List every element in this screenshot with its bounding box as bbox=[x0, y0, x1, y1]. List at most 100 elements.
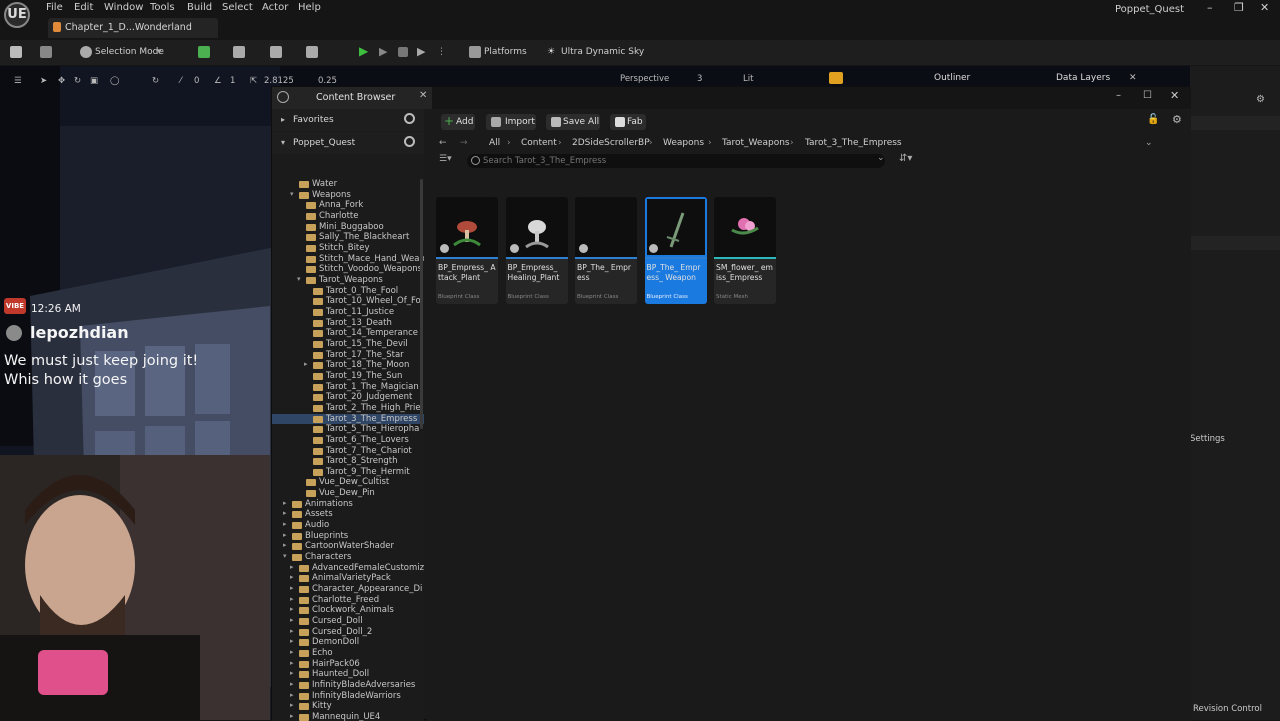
tree-scrollbar[interactable] bbox=[420, 179, 423, 429]
menu-build[interactable]: Build bbox=[187, 2, 212, 13]
tree-folder-item[interactable]: ▸ Animations bbox=[272, 499, 424, 510]
content-icon[interactable] bbox=[40, 46, 52, 58]
import-button[interactable]: Import bbox=[486, 114, 536, 130]
eject-icon[interactable]: ▶ bbox=[417, 45, 425, 58]
data-layers-close-icon[interactable]: ✕ bbox=[1129, 73, 1137, 83]
back-icon[interactable]: ← bbox=[439, 138, 447, 148]
unreal-logo-icon[interactable]: UE bbox=[4, 2, 30, 28]
breadcrumb-tarot-3[interactable]: Tarot_3_The_Empress bbox=[805, 138, 902, 148]
tree-folder-item[interactable]: ▸ CartoonWaterShader bbox=[272, 541, 424, 552]
tree-folder-item[interactable]: ▸ AnimalVarietyPack bbox=[272, 573, 424, 584]
maximize-icon[interactable]: ❐ bbox=[1234, 1, 1244, 14]
close-icon[interactable]: ✕ bbox=[1260, 1, 1269, 14]
revision-control-button[interactable]: Revision Control bbox=[1193, 704, 1262, 714]
tree-folder-item[interactable]: Tarot_0_The_Fool bbox=[272, 286, 424, 297]
tree-folder-item[interactable]: Tarot_10_Wheel_Of_Fo bbox=[272, 296, 424, 307]
tree-folder-item[interactable]: ▸ Echo bbox=[272, 648, 424, 659]
tree-folder-item[interactable]: ▸ Cursed_Doll bbox=[272, 616, 424, 627]
tree-folder-item[interactable]: Water bbox=[272, 179, 424, 190]
view-number[interactable]: 3 bbox=[697, 74, 702, 84]
breadcrumb-tarot-weapons[interactable]: Tarot_Weapons bbox=[722, 138, 790, 148]
tree-folder-item[interactable]: ▸ InfinityBladeWarriors bbox=[272, 691, 424, 702]
tree-folder-item[interactable]: ▾ Tarot_Weapons bbox=[272, 275, 424, 286]
cinematics-icon[interactable] bbox=[270, 46, 282, 58]
perspective-dropdown[interactable]: Perspective bbox=[620, 74, 669, 84]
collapsed-arrow-icon[interactable]: ▸ bbox=[283, 499, 287, 507]
breadcrumb-weapons[interactable]: Weapons bbox=[663, 138, 704, 148]
outliner-row[interactable] bbox=[1190, 116, 1280, 130]
asset-tile[interactable]: SM_flower_ emiss_Empress Static Mesh bbox=[714, 197, 776, 304]
cb-close-icon[interactable]: ✕ bbox=[1170, 89, 1179, 102]
save-icon[interactable] bbox=[10, 46, 22, 58]
asset-search[interactable] bbox=[467, 154, 885, 168]
snap-icon[interactable]: ↻ bbox=[152, 76, 159, 86]
filter-icon[interactable]: ☰▾ bbox=[439, 154, 452, 164]
forward-icon[interactable]: → bbox=[460, 138, 468, 148]
play-icon[interactable]: ▶ bbox=[359, 44, 368, 58]
tree-folder-item[interactable]: Tarot_5_The_Hieropha bbox=[272, 424, 424, 435]
collapsed-arrow-icon[interactable]: ▸ bbox=[290, 563, 294, 571]
menu-actor[interactable]: Actor bbox=[262, 2, 288, 13]
menu-select[interactable]: Select bbox=[222, 2, 253, 13]
favorites-search-icon[interactable] bbox=[404, 113, 415, 124]
expanded-arrow-icon[interactable]: ▾ bbox=[290, 190, 294, 198]
tree-folder-item[interactable]: Tarot_14_Temperance bbox=[272, 328, 424, 339]
scale-snap-icon[interactable]: ⇱ bbox=[250, 76, 257, 86]
collapsed-arrow-icon[interactable]: ▸ bbox=[283, 541, 287, 549]
lit-dropdown[interactable]: Lit bbox=[743, 74, 753, 84]
settings-label[interactable]: Settings bbox=[1190, 434, 1225, 444]
asset-tile[interactable]: BP_The_ Empress Blueprint Class bbox=[575, 197, 637, 304]
menu-file[interactable]: File bbox=[46, 2, 63, 13]
menu-window[interactable]: Window bbox=[104, 2, 143, 13]
tree-folder-item[interactable]: ▸ AdvancedFemaleCustomiz bbox=[272, 563, 424, 574]
collapsed-arrow-icon[interactable]: ▸ bbox=[283, 531, 287, 539]
content-browser-tab-close-icon[interactable]: ✕ bbox=[419, 90, 427, 101]
scale-snap-value[interactable]: 2.8125 bbox=[264, 76, 294, 86]
tree-folder-item[interactable]: Tarot_2_The_High_Prie bbox=[272, 403, 424, 414]
stop-icon[interactable] bbox=[398, 47, 408, 57]
collapsed-arrow-icon[interactable]: ▸ bbox=[290, 680, 294, 688]
tree-folder-item[interactable]: ▸ Tarot_18_The_Moon bbox=[272, 360, 424, 371]
favorites-header[interactable]: ▸ Favorites bbox=[272, 109, 424, 131]
selection-mode-dropdown[interactable]: Selection Mode bbox=[95, 47, 164, 57]
collapsed-arrow-icon[interactable]: ▸ bbox=[290, 595, 294, 603]
grid-snap-icon[interactable]: ⁄ bbox=[180, 76, 181, 86]
rotate-tool-icon[interactable]: ↻ bbox=[74, 76, 81, 86]
tree-folder-item[interactable]: Tarot_6_The_Lovers bbox=[272, 435, 424, 446]
sort-icon[interactable]: ⇵▾ bbox=[899, 153, 912, 164]
tree-folder-item[interactable]: ▸ InfinityBladeAdversaries bbox=[272, 680, 424, 691]
tree-folder-item[interactable]: ▸ Charlotte_Freed bbox=[272, 595, 424, 606]
collapsed-arrow-icon[interactable]: ▸ bbox=[304, 360, 308, 368]
play-options-icon[interactable]: ⋮ bbox=[437, 47, 446, 57]
tree-folder-item[interactable]: ▸ Kitty bbox=[272, 701, 424, 712]
tree-folder-item[interactable]: Stitch_Mace_Hand_Weap bbox=[272, 254, 424, 265]
scale-tool-icon[interactable]: ▣ bbox=[90, 76, 98, 86]
collapsed-arrow-icon[interactable]: ▸ bbox=[290, 648, 294, 656]
save-all-button[interactable]: Save All bbox=[546, 114, 600, 130]
blueprint-icon[interactable] bbox=[233, 46, 245, 58]
tree-folder-item[interactable]: Tarot_7_The_Chariot bbox=[272, 446, 424, 457]
collapsed-arrow-icon[interactable]: ▸ bbox=[290, 712, 294, 720]
minimize-icon[interactable]: – bbox=[1207, 1, 1213, 14]
angle-snap-value[interactable]: 1 bbox=[230, 76, 235, 86]
collapsed-arrow-icon[interactable]: ▸ bbox=[290, 605, 294, 613]
settings-gear-icon[interactable]: ⚙ bbox=[1256, 94, 1265, 105]
move-tool-icon[interactable]: ✥ bbox=[58, 76, 65, 86]
collapsed-arrow-icon[interactable]: ▸ bbox=[283, 520, 287, 528]
data-layers-tab[interactable]: Data Layers bbox=[1056, 73, 1110, 83]
tree-folder-item[interactable]: Tarot_13_Death bbox=[272, 318, 424, 329]
collapsed-arrow-icon[interactable]: ▸ bbox=[290, 616, 294, 624]
menu-edit[interactable]: Edit bbox=[74, 2, 93, 13]
asset-tile[interactable]: BP_Empress_ Attack_Plant Blueprint Class bbox=[436, 197, 498, 304]
tree-folder-item[interactable]: Stitch_Voodoo_Weapons bbox=[272, 264, 424, 275]
collapsed-arrow-icon[interactable]: ▸ bbox=[290, 573, 294, 581]
breadcrumb-dropdown-icon[interactable]: ⌄ bbox=[1145, 138, 1153, 148]
tree-folder-item[interactable]: Tarot_17_The_Star bbox=[272, 350, 424, 361]
grid-snap-value[interactable]: 0 bbox=[194, 76, 199, 86]
tree-folder-item[interactable]: ▾ Characters bbox=[272, 552, 424, 563]
tree-folder-item[interactable]: Stitch_Bitey bbox=[272, 243, 424, 254]
add-button[interactable]: + Add bbox=[441, 114, 475, 130]
cb-minimize-icon[interactable]: – bbox=[1116, 90, 1121, 101]
breadcrumb-content[interactable]: Content bbox=[521, 138, 557, 148]
tree-folder-item[interactable]: Mini_Buggaboo bbox=[272, 222, 424, 233]
